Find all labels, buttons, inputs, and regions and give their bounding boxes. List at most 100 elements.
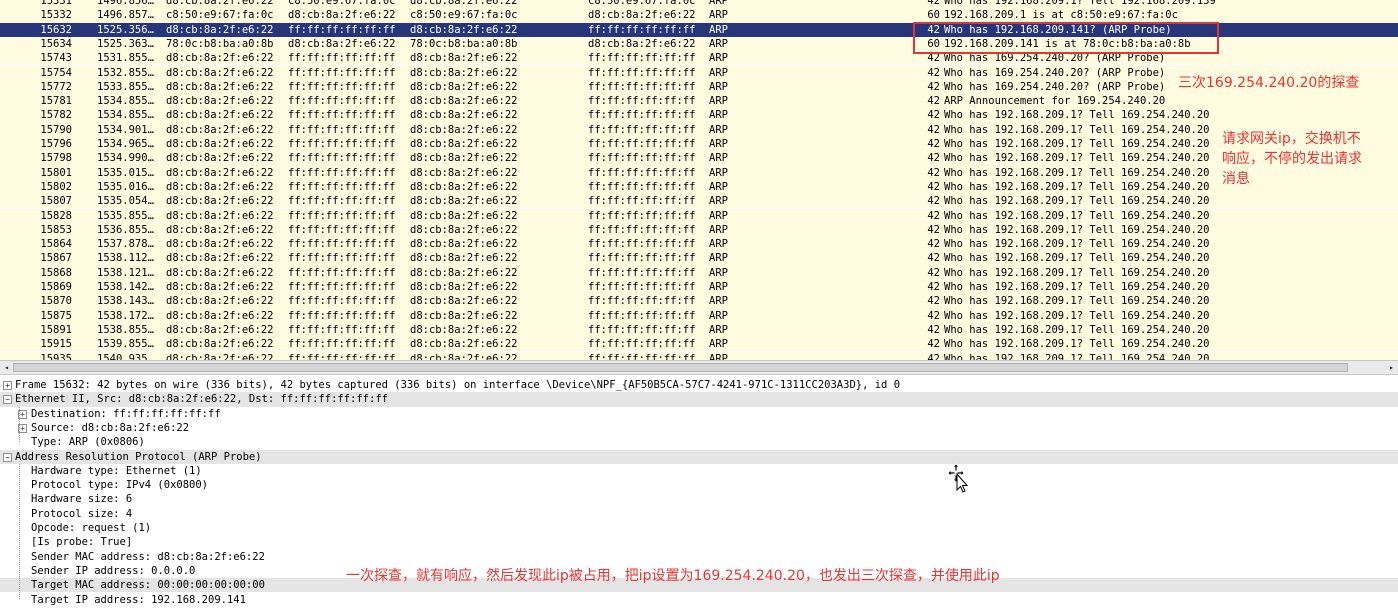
packet-row[interactable]: 15864 1537.878… d8:cb:8a:2f:e6:22 ff:ff:ff:… — [0, 237, 1398, 252]
packet-cell-dst: ff:ff:ff:ff:ff:ff — [288, 152, 396, 165]
tree-field[interactable]: Opcode: request (1) — [0, 521, 1398, 535]
packet-cell-dst2: ff:ff:ff:ff:ff:ff — [588, 352, 696, 361]
packet-cell-info: ARP Announcement for 169.254.240.20 — [944, 95, 1166, 108]
scroll-thumb[interactable] — [13, 363, 1348, 372]
scroll-left-arrow-icon[interactable]: ◂ — [1, 362, 12, 373]
packet-cell-dst2: ff:ff:ff:ff:ff:ff — [588, 223, 696, 236]
packet-cell-dst: d8:cb:8a:2f:e6:22 — [288, 9, 396, 22]
tree-field[interactable]: Hardware type: Ethernet (1) — [0, 464, 1398, 478]
packet-row[interactable]: 15332 1496.857… c8:50:e9:67:fa:0c d8:cb:8a:… — [0, 8, 1398, 23]
packet-cell-dst: ff:ff:ff:ff:ff:ff — [288, 323, 396, 336]
packet-row[interactable]: 15801 1535.015… d8:cb:8a:2f:e6:22 ff:ff:ff:… — [0, 165, 1398, 180]
tree-text: Sender IP address: 0.0.0.0 — [31, 564, 196, 577]
tree-field[interactable]: Protocol type: IPv4 (0x0800) — [0, 478, 1398, 492]
packet-cell-len: 42 — [927, 209, 940, 222]
packet-cell-dst: ff:ff:ff:ff:ff:ff — [288, 223, 396, 236]
packet-cell-src2: d8:cb:8a:2f:e6:22 — [410, 0, 518, 7]
packet-cell-len: 42 — [927, 266, 940, 279]
packet-cell-no: 15782 — [40, 109, 72, 122]
packet-row[interactable]: 15782 1534.855… d8:cb:8a:2f:e6:22 ff:ff:ff:… — [0, 108, 1398, 123]
packet-cell-info: Who has 192.168.209.1? Tell 169.254.240.… — [944, 338, 1210, 351]
packet-cell-len: 42 — [927, 0, 940, 7]
packet-cell-src: d8:cb:8a:2f:e6:22 — [166, 295, 274, 308]
packet-cell-proto: ARP — [709, 152, 728, 165]
packet-cell-dst: ff:ff:ff:ff:ff:ff — [288, 123, 396, 136]
tree-text: Hardware type: Ethernet (1) — [31, 464, 202, 477]
packet-cell-dst2: ff:ff:ff:ff:ff:ff — [588, 95, 696, 108]
packet-cell-len: 42 — [927, 109, 940, 122]
packet-cell-src: 78:0c:b8:ba:a0:8b — [166, 37, 274, 50]
packet-cell-src: d8:cb:8a:2f:e6:22 — [166, 195, 274, 208]
packet-cell-proto: ARP — [709, 95, 728, 108]
packet-cell-dst2: ff:ff:ff:ff:ff:ff — [588, 123, 696, 136]
packet-row[interactable]: 15798 1534.990… d8:cb:8a:2f:e6:22 ff:ff:ff:… — [0, 151, 1398, 166]
packet-row[interactable]: 15802 1535.016… d8:cb:8a:2f:e6:22 ff:ff:ff:… — [0, 179, 1398, 195]
tree-field[interactable]: Type: ARP (0x0806) — [0, 435, 1398, 449]
packet-cell-no: 15853 — [40, 223, 72, 236]
tree-text: Protocol size: 4 — [31, 507, 133, 520]
packet-row[interactable]: 15868 1538.121… d8:cb:8a:2f:e6:22 ff:ff:ff:… — [0, 265, 1398, 280]
tree-field[interactable]: Protocol size: 4 — [0, 507, 1398, 521]
packet-row[interactable]: 15869 1538.142… d8:cb:8a:2f:e6:22 ff:ff:ff:… — [0, 280, 1398, 295]
packet-cell-dst2: ff:ff:ff:ff:ff:ff — [588, 338, 696, 351]
expand-plus-icon[interactable]: + — [3, 381, 12, 390]
packet-cell-info: Who has 192.168.209.1? Tell 169.254.240.… — [944, 281, 1210, 293]
packet-row[interactable]: 15915 1539.855… d8:cb:8a:2f:e6:22 ff:ff:ff:… — [0, 337, 1398, 352]
packet-cell-src: d8:cb:8a:2f:e6:22 — [166, 166, 274, 179]
tree-text: Target MAC address: 00:00:00:00:00:00 — [31, 579, 265, 592]
tree-field[interactable]: + Destination: ff:ff:ff:ff:ff:ff — [0, 407, 1398, 421]
packet-cell-time: 1538.172… — [97, 309, 154, 322]
packet-cell-proto: ARP — [709, 195, 728, 208]
packet-cell-dst2: ff:ff:ff:ff:ff:ff — [588, 252, 696, 265]
packet-cell-no: 15864 — [40, 238, 72, 251]
packet-cell-dst: ff:ff:ff:ff:ff:ff — [288, 281, 396, 293]
packet-cell-proto: ARP — [709, 281, 728, 293]
packet-cell-time: 1538.855… — [97, 323, 154, 336]
tree-text: Hardware size: 6 — [31, 493, 133, 506]
tree-field[interactable]: Sender MAC address: d8:cb:8a:2f:e6:22 — [0, 550, 1398, 564]
packet-cell-src: d8:cb:8a:2f:e6:22 — [166, 209, 274, 222]
packet-cell-info: Who has 192.168.209.1? Tell 169.254.240.… — [944, 323, 1210, 336]
packet-row[interactable]: 15790 1534.901… d8:cb:8a:2f:e6:22 ff:ff:ff:… — [0, 122, 1398, 137]
tree-field[interactable]: [Is probe: True] — [0, 535, 1398, 549]
tree-field[interactable]: + Source: d8:cb:8a:2f:e6:22 — [0, 421, 1398, 435]
tree-node[interactable]: − Address Resolution Protocol (ARP Probe) — [0, 449, 1398, 464]
tree-field[interactable]: Hardware size: 6 — [0, 492, 1398, 506]
packet-cell-time: 1538.142… — [97, 281, 154, 293]
tree-field[interactable]: Target IP address: 192.168.209.141 — [0, 593, 1398, 607]
packet-cell-time: 1538.143… — [97, 295, 154, 308]
packet-cell-time: 1538.112… — [97, 252, 154, 265]
packet-row[interactable]: 15935 1540.935… d8:cb:8a:2f:e6:22 ff:ff:ff:… — [0, 351, 1398, 361]
tree-node[interactable]: + Frame 15632: 42 bytes on wire (336 bits… — [0, 378, 1398, 392]
packet-cell-proto: ARP — [709, 123, 728, 136]
packet-cell-no: 15796 — [40, 138, 72, 150]
packet-row[interactable]: 15807 1535.054… d8:cb:8a:2f:e6:22 ff:ff:ff:… — [0, 194, 1398, 209]
packet-cell-no: 15634 — [40, 37, 72, 50]
packet-row[interactable]: 15875 1538.172… d8:cb:8a:2f:e6:22 ff:ff:ff:… — [0, 308, 1398, 323]
collapse-minus-icon[interactable]: − — [3, 452, 12, 462]
packet-row[interactable]: 15781 1534.855… d8:cb:8a:2f:e6:22 ff:ff:ff:… — [0, 94, 1398, 109]
packet-list[interactable]: 15331 1496.856… d8:cb:8a:2f:e6:22 c8:50:e9:… — [0, 0, 1398, 360]
packet-cell-proto: ARP — [709, 23, 728, 36]
packet-cell-dst2: ff:ff:ff:ff:ff:ff — [588, 109, 696, 122]
horizontal-scrollbar[interactable]: ◂ ▸ — [0, 360, 1398, 375]
packet-cell-proto: ARP — [709, 80, 728, 93]
scroll-right-arrow-icon[interactable]: ▸ — [1386, 362, 1397, 373]
packet-row[interactable]: 15853 1536.855… d8:cb:8a:2f:e6:22 ff:ff:ff:… — [0, 222, 1398, 238]
collapse-minus-icon[interactable]: − — [3, 395, 12, 405]
packet-cell-time: 1534.855… — [97, 95, 154, 108]
packet-row[interactable]: 15867 1538.112… d8:cb:8a:2f:e6:22 ff:ff:ff:… — [0, 251, 1398, 266]
packet-cell-dst: ff:ff:ff:ff:ff:ff — [288, 109, 396, 122]
packet-cell-src2: d8:cb:8a:2f:e6:22 — [410, 281, 518, 293]
tree-node[interactable]: − Ethernet II, Src: d8:cb:8a:2f:e6:22, Ds… — [0, 392, 1398, 407]
packet-row[interactable]: 15796 1534.965… d8:cb:8a:2f:e6:22 ff:ff:ff:… — [0, 137, 1398, 152]
packet-cell-no: 15801 — [40, 166, 72, 179]
packet-cell-src2: c8:50:e9:67:fa:0c — [410, 9, 518, 22]
packet-row[interactable]: 15870 1538.143… d8:cb:8a:2f:e6:22 ff:ff:ff:… — [0, 294, 1398, 309]
packet-cell-no: 15331 — [40, 0, 72, 7]
packet-row[interactable]: 15828 1535.855… d8:cb:8a:2f:e6:22 ff:ff:ff:… — [0, 208, 1398, 223]
packet-row[interactable]: 15891 1538.855… d8:cb:8a:2f:e6:22 ff:ff:ff:… — [0, 322, 1398, 338]
packet-cell-dst2: ff:ff:ff:ff:ff:ff — [588, 80, 696, 93]
packet-row[interactable]: 15331 1496.856… d8:cb:8a:2f:e6:22 c8:50:e9:… — [0, 0, 1398, 9]
packet-cell-proto: ARP — [709, 37, 728, 50]
